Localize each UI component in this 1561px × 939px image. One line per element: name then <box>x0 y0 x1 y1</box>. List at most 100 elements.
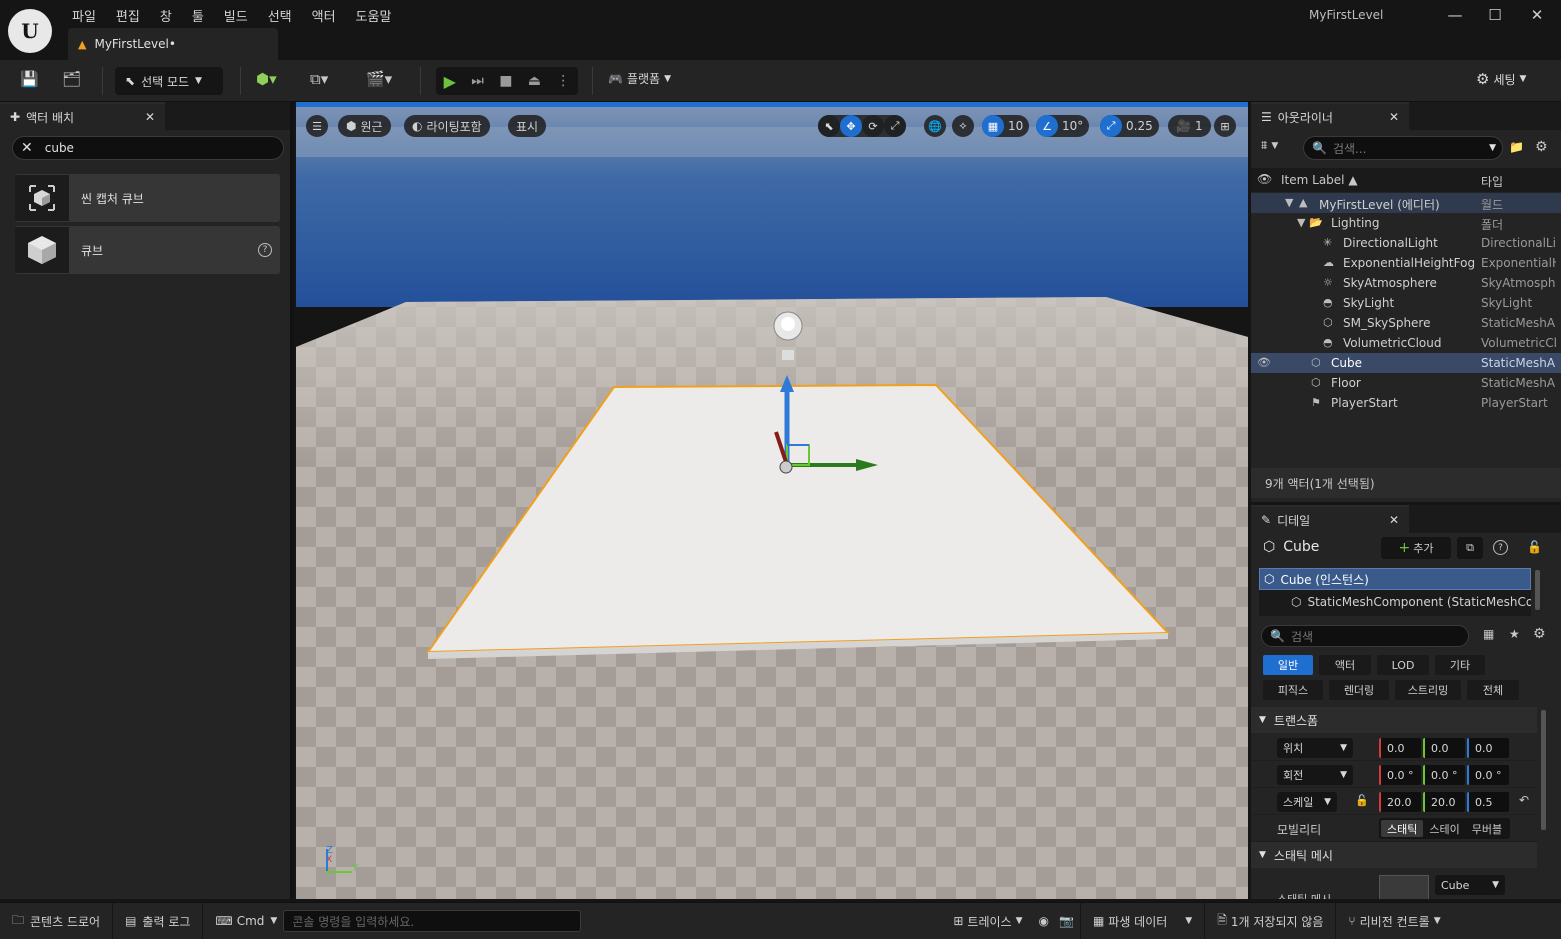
stop-icon[interactable]: ■ <box>499 73 512 89</box>
menu-tools[interactable]: 툴 <box>182 6 214 25</box>
rotation-y[interactable]: 0.0 ° <box>1423 765 1465 785</box>
star-icon[interactable]: ★ <box>1509 627 1520 641</box>
place-item-cube[interactable]: 큐브 ? <box>15 226 280 274</box>
scale-snap-button[interactable]: ⤢ 0.25 <box>1100 115 1159 137</box>
place-actors-search[interactable]: ✕ cube <box>12 136 284 160</box>
visibility-eye-icon[interactable]: 👁 <box>1257 356 1271 369</box>
tree-row-player-start[interactable]: ⚑ PlayerStart PlayerStart <box>1251 393 1561 413</box>
content-drawer-button[interactable]: 🗀 콘텐츠 드로어 <box>0 903 112 939</box>
blueprint-icon[interactable]: ⧉▾ <box>310 70 328 88</box>
component-root[interactable]: ⬡ Cube (인스턴스) <box>1259 568 1531 590</box>
help-icon[interactable]: ? <box>258 243 272 257</box>
view-mode-button[interactable]: ◐ 라이팅포함 <box>404 115 490 137</box>
grid-snap-button[interactable]: ▦ 10 <box>982 115 1030 137</box>
menu-edit[interactable]: 편집 <box>106 6 150 25</box>
add-folder-icon[interactable]: 📁 <box>1509 140 1524 154</box>
minimize-button[interactable]: — <box>1435 4 1475 26</box>
tree-row-fog[interactable]: ☁ ExponentialHeightFog ExponentialH <box>1251 253 1561 273</box>
mobility-stationary[interactable]: 스테이 <box>1423 820 1465 837</box>
rotation-snap-button[interactable]: ∠ 10° <box>1036 115 1090 137</box>
tree-row-sky-sphere[interactable]: ⬡ SM_SkySphere StaticMeshA <box>1251 313 1561 333</box>
viewport-layout-icon[interactable]: ⊞ <box>1214 115 1236 137</box>
category-general[interactable]: 일반 <box>1263 655 1313 675</box>
details-scrollbar[interactable] <box>1541 710 1546 830</box>
play-icon[interactable]: ▶ <box>444 72 456 91</box>
console-input[interactable]: 콘솔 명령을 입력하세요. <box>283 910 582 932</box>
tree-row-cube[interactable]: 👁 ⬡ Cube StaticMeshA <box>1251 353 1561 373</box>
place-actors-tab[interactable]: ✚ 액터 배치 ✕ <box>0 102 165 130</box>
screenshot-icon[interactable]: 📷 <box>1059 914 1074 928</box>
add-actor-icon[interactable]: ⬢▾ <box>256 70 277 88</box>
category-physics[interactable]: 피직스 <box>1263 680 1323 700</box>
location-y[interactable]: 0.0 <box>1423 738 1465 758</box>
world-local-icon[interactable]: 🌐 <box>924 115 946 137</box>
tree-row-skylight[interactable]: ◓ SkyLight SkyLight <box>1251 293 1561 313</box>
cinematics-icon[interactable]: 🎬▾ <box>366 70 392 88</box>
col-type[interactable]: 타입 <box>1481 173 1503 190</box>
menu-select[interactable]: 선택 <box>258 6 302 25</box>
select-mode-dropdown[interactable]: ⬉ 선택 모드 ▼ <box>115 67 223 95</box>
translate-tool-icon[interactable]: ✥ <box>840 115 862 137</box>
revision-control-dropdown[interactable]: ⑂ 리비전 컨트롤 ▼ <box>1336 903 1452 939</box>
menu-build[interactable]: 빌드 <box>214 6 258 25</box>
settings-dropdown[interactable]: ⚙ 세팅 ▼ <box>1476 70 1526 88</box>
transform-section-header[interactable]: ▼ 트랜스폼 <box>1251 707 1537 733</box>
outliner-search[interactable]: 🔍 검색... ▼ <box>1303 136 1503 160</box>
location-dropdown[interactable]: 위치 ▼ <box>1277 738 1353 758</box>
perspective-button[interactable]: ⬢ 원근 <box>338 115 391 137</box>
tree-row-level[interactable]: ▼ ▲ MyFirstLevel (에디터) 월드 <box>1251 193 1561 213</box>
browse-icon[interactable]: 🗂 <box>62 70 81 88</box>
place-item-scene-capture-cube[interactable]: 씬 캡처 큐브 <box>15 174 280 222</box>
scale-x[interactable]: 20.0 <box>1379 792 1421 812</box>
expand-arrow-icon[interactable]: ▼ <box>1285 196 1293 209</box>
derived-data-dropdown[interactable]: ▦ 파생 데이터 ▼ <box>1081 903 1204 939</box>
menu-window[interactable]: 창 <box>150 6 182 25</box>
gear-icon[interactable]: ⚙ <box>1535 139 1548 155</box>
show-button[interactable]: 표시 <box>508 115 547 137</box>
details-search[interactable]: 🔍 검색 <box>1261 625 1469 647</box>
reset-icon[interactable]: ↶ <box>1519 793 1529 807</box>
gear-icon[interactable]: ⚙ <box>1533 626 1546 642</box>
component-scrollbar[interactable] <box>1535 570 1540 610</box>
mesh-thumbnail[interactable] <box>1379 875 1429 899</box>
camera-speed-button[interactable]: 🎥 1 <box>1168 115 1211 137</box>
tree-row-floor[interactable]: ⬡ Floor StaticMeshA <box>1251 373 1561 393</box>
rotation-z[interactable]: 0.0 ° <box>1467 765 1509 785</box>
rotation-x[interactable]: 0.0 ° <box>1379 765 1421 785</box>
trace-dropdown[interactable]: ⊞ 트레이스 ▼ <box>941 903 1034 939</box>
category-rendering[interactable]: 렌더링 <box>1329 680 1389 700</box>
rotation-dropdown[interactable]: 회전 ▼ <box>1277 765 1353 785</box>
close-button[interactable]: ✕ <box>1517 4 1557 26</box>
tree-row-sky-atmosphere[interactable]: ☼ SkyAtmosphere SkyAtmosph <box>1251 273 1561 293</box>
scale-z[interactable]: 0.5 <box>1467 792 1509 812</box>
platform-dropdown[interactable]: 🎮 플랫폼 ▼ <box>608 70 671 87</box>
lock-icon[interactable]: 🔓 <box>1527 540 1542 554</box>
unsaved-button[interactable]: 🗎 1개 저장되지 않음 <box>1205 903 1335 939</box>
location-z[interactable]: 0.0 <box>1467 738 1509 758</box>
outliner-tab[interactable]: ☰ 아웃라이너 ✕ <box>1251 102 1409 130</box>
eject-icon[interactable]: ⏏ <box>528 73 541 89</box>
col-item-label[interactable]: Item Label ▲ <box>1281 173 1358 187</box>
level-viewport[interactable]: ☰ ⬢ 원근 ◐ 라이팅포함 표시 ⬉ ✥ ⟳ ⤢ 🌐 ⟡ ▦ 10 ∠ 10°… <box>296 102 1248 899</box>
maximize-button[interactable]: ☐ <box>1475 4 1515 26</box>
menu-actor[interactable]: 액터 <box>302 6 346 25</box>
add-component-button[interactable]: + 추가 <box>1381 537 1451 559</box>
blueprint-button[interactable]: ⧉ <box>1457 537 1483 559</box>
location-x[interactable]: 0.0 <box>1379 738 1421 758</box>
scale-lock-icon[interactable]: 🔓 <box>1355 794 1369 807</box>
tree-row-lighting[interactable]: ▼ 📂 Lighting 폴더 <box>1251 213 1561 233</box>
scale-dropdown[interactable]: 스케일 ▼ <box>1277 792 1337 812</box>
save-icon[interactable]: 💾 <box>20 70 39 88</box>
component-static-mesh[interactable]: ⬡ StaticMeshComponent (StaticMeshCo <box>1259 590 1531 614</box>
menu-file[interactable]: 파일 <box>62 6 106 25</box>
viewport-menu-icon[interactable]: ☰ <box>306 115 328 137</box>
level-tab[interactable]: ▲ MyFirstLevel• <box>68 28 278 60</box>
cmd-dropdown[interactable]: ⌨ Cmd ▼ <box>203 903 283 939</box>
category-all[interactable]: 전체 <box>1467 680 1519 700</box>
close-tab-icon[interactable]: ✕ <box>1389 513 1399 527</box>
details-tab[interactable]: ✎ 디테일 ✕ <box>1251 505 1409 533</box>
close-tab-icon[interactable]: ✕ <box>1389 110 1399 124</box>
table-view-icon[interactable]: ▦ <box>1483 627 1494 641</box>
rotate-tool-icon[interactable]: ⟳ <box>862 115 884 137</box>
clear-search-icon[interactable]: ✕ <box>21 140 33 156</box>
